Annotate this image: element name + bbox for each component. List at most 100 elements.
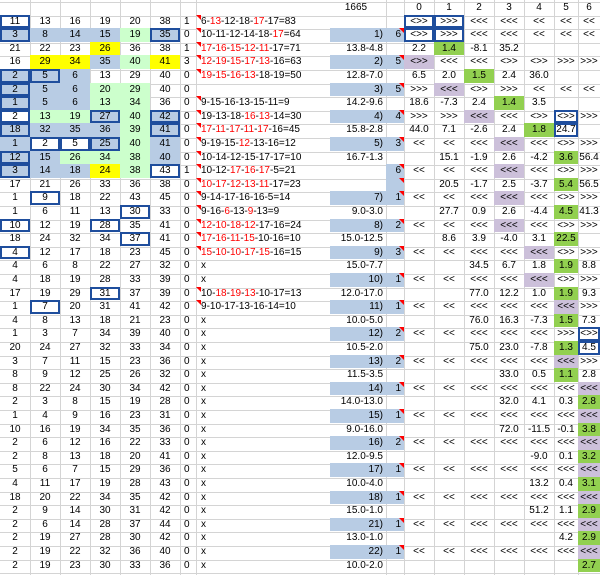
number-cell[interactable]: 3 [0,355,30,369]
number-cell[interactable]: 8 [60,395,90,409]
data-cell[interactable]: >>> [578,191,600,205]
data-cell[interactable]: 3.6 [554,150,578,165]
data-cell[interactable]: 44.0 [404,123,434,137]
number-cell[interactable]: 8 [30,28,60,42]
data-cell[interactable]: <<< [494,491,524,505]
data-cell[interactable] [434,531,464,545]
number-cell[interactable]: 28 [90,518,120,532]
data-cell[interactable]: -4.2 [524,151,554,165]
data-cell[interactable]: << [404,545,434,559]
data-cell[interactable]: <<< [554,300,578,314]
number-cell[interactable]: 2 [0,109,30,124]
number-cell[interactable]: 32 [90,545,120,559]
count-cell[interactable]: 1 [181,15,195,29]
number-cell[interactable]: 33 [150,205,180,219]
number-cell[interactable]: 16 [90,436,120,450]
data-cell[interactable]: <<< [578,490,600,505]
data-cell[interactable] [494,450,524,464]
equation-cell[interactable]: 9-14-17-16-16-5=14 [198,191,328,205]
data-cell[interactable] [434,287,464,301]
number-cell[interactable]: 40 [120,55,150,69]
data-cell[interactable]: 15.1 [434,151,464,165]
data-cell[interactable]: >>> [434,28,464,42]
number-cell[interactable]: 8 [30,450,60,464]
data-cell[interactable]: <>> [524,55,554,69]
number-cell[interactable]: 9 [30,504,60,518]
data-cell[interactable] [404,531,434,545]
range-cell[interactable]: 13.0-1.0 [330,531,386,545]
data-cell[interactable]: 0.4 [554,477,578,491]
data-cell[interactable]: <>> [464,83,494,97]
number-cell[interactable]: 1 [0,137,30,151]
data-cell[interactable]: 1.9 [554,286,578,301]
number-cell[interactable]: 23 [120,355,150,369]
range-cell[interactable]: 22) [330,545,386,559]
number-cell[interactable]: 18 [90,246,120,260]
number-cell[interactable]: 28 [90,218,120,233]
number-cell[interactable]: 12 [60,436,90,450]
key-cell[interactable] [386,341,404,355]
count-cell[interactable]: 0 [181,178,195,192]
equation-cell[interactable]: x [198,368,328,382]
number-cell[interactable]: 4 [0,245,30,260]
data-cell[interactable]: <<< [524,545,554,559]
data-cell[interactable]: <<< [524,273,554,287]
data-cell[interactable]: <>> [554,191,578,205]
data-cell[interactable] [434,477,464,491]
equation-cell[interactable]: x [198,491,328,505]
data-cell[interactable]: <<< [464,463,494,477]
number-cell[interactable]: 22 [60,545,90,559]
data-cell[interactable] [434,395,464,409]
range-cell[interactable]: 15.8-2.8 [330,123,386,137]
count-cell[interactable]: 0 [181,287,195,301]
data-cell[interactable]: << [578,28,600,42]
data-cell[interactable]: <>> [404,55,434,69]
number-cell[interactable]: 2 [0,395,30,409]
number-cell[interactable]: 1 [0,327,30,341]
data-cell[interactable] [404,178,434,192]
count-cell[interactable]: 0 [181,409,195,423]
data-cell[interactable]: 34.5 [464,259,494,273]
data-cell[interactable]: 7.3 [578,314,600,328]
count-cell[interactable]: 1 [181,42,195,56]
number-cell[interactable]: 38 [150,42,180,56]
number-cell[interactable]: 2 [0,545,30,559]
data-cell[interactable]: 2.2 [404,42,434,56]
equation-cell[interactable]: x [198,518,328,532]
number-cell[interactable]: 7 [60,463,90,477]
data-cell[interactable]: << [524,15,554,29]
data-cell[interactable] [494,504,524,518]
data-cell[interactable] [554,559,578,573]
number-cell[interactable]: 40 [150,327,180,341]
data-cell[interactable] [464,423,494,437]
data-cell[interactable] [464,395,494,409]
data-cell[interactable]: << [434,300,464,314]
data-cell[interactable]: 24.7 [554,123,578,137]
data-cell[interactable]: >>> [578,55,600,69]
count-cell[interactable]: 0 [181,477,195,491]
data-cell[interactable]: << [404,191,434,205]
data-cell[interactable] [434,559,464,573]
data-cell[interactable]: <<< [524,191,554,205]
count-cell[interactable]: 0 [181,69,195,83]
number-cell[interactable]: 32 [150,368,180,382]
equation-cell[interactable]: x [198,409,328,423]
number-cell[interactable]: 26 [60,150,90,165]
data-cell[interactable] [404,287,434,301]
number-cell[interactable]: 25 [90,368,120,382]
number-cell[interactable]: 36 [120,42,150,56]
data-cell[interactable]: 8.8 [578,259,600,273]
data-cell[interactable]: 1.5 [464,69,494,83]
data-cell[interactable]: 2.9 [578,504,600,518]
data-cell[interactable]: << [434,246,464,260]
data-cell[interactable]: 2.0 [434,69,464,83]
data-cell[interactable]: >>> [578,273,600,287]
number-cell[interactable]: 10 [0,423,30,437]
number-cell[interactable]: 6 [30,205,60,219]
number-cell[interactable]: 40 [150,150,180,165]
number-cell[interactable]: 35 [90,55,120,69]
number-cell[interactable]: 38 [120,164,150,178]
number-cell[interactable]: 39 [150,273,180,287]
data-cell[interactable]: << [404,246,434,260]
number-cell[interactable]: 15 [90,28,120,42]
